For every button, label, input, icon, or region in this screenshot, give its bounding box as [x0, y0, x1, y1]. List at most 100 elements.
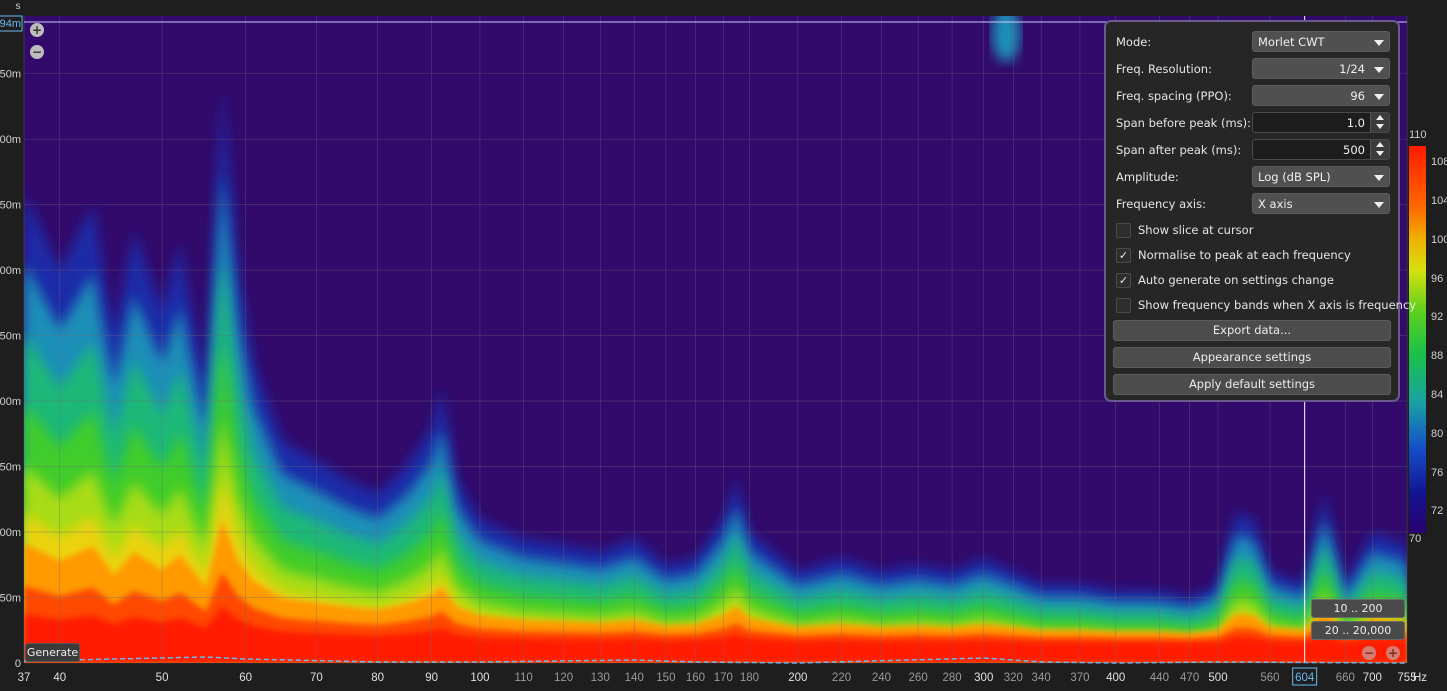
appearance-settings-button[interactable]: Appearance settings — [1113, 347, 1391, 368]
y-top-label: 494m — [0, 18, 21, 30]
colorbar-label: 104 — [1431, 195, 1447, 207]
x-tick-label: 160 — [686, 672, 705, 684]
x-tick-label: 110 — [514, 672, 532, 684]
show-slice-label: Show slice at cursor — [1138, 223, 1254, 237]
chevron-down-icon — [1374, 175, 1384, 181]
x-tick-label: 560 — [1260, 672, 1279, 684]
normalise-checkbox-row[interactable]: ✓ Normalise to peak at each frequency — [1116, 246, 1394, 268]
x-tick-label: 220 — [832, 672, 851, 684]
colorbar-label: 110 — [1409, 129, 1427, 141]
frequency-axis-value: X axis — [1258, 197, 1293, 211]
y-tick-label: 50m — [0, 593, 21, 605]
x-tick-label: 470 — [1180, 672, 1199, 684]
x-tick-label: 240 — [872, 672, 891, 684]
y-tick-label: 200m — [0, 396, 21, 408]
normalise-label: Normalise to peak at each frequency — [1138, 248, 1351, 262]
amplitude-value: Log (dB SPL) — [1258, 170, 1331, 184]
stepper-icon[interactable] — [1370, 113, 1389, 132]
x-tick-label: 280 — [943, 672, 962, 684]
span-before-label: Span before peak (ms): — [1116, 116, 1252, 130]
auto-generate-checkbox-row[interactable]: ✓ Auto generate on settings change — [1116, 271, 1394, 293]
x-tick-label: 440 — [1150, 672, 1169, 684]
x-axis-labels: 37 40 50 60 70 80 90 100 110 120 130 140 150 160 170 18… — [18, 672, 1428, 684]
auto-generate-checkbox[interactable]: ✓ — [1116, 273, 1131, 288]
spacing-row: Freq. spacing (PPO): 96 — [1116, 85, 1394, 107]
x-tick-label: 100 — [470, 672, 489, 684]
x-tick-label: 260 — [909, 672, 928, 684]
apply-defaults-button[interactable]: Apply default settings — [1113, 374, 1391, 395]
heat-spot-top — [992, 16, 1021, 62]
colorbar: 110 108 104 100 96 92 88 84 80 76 72 70 — [1409, 129, 1447, 545]
spacing-dropdown[interactable]: 96 — [1252, 85, 1390, 106]
x-tick-label: 300 — [974, 672, 993, 684]
y-tick-label: 250m — [0, 331, 21, 343]
x-tick-label: 400 — [1106, 672, 1125, 684]
colorbar-label: 80 — [1431, 428, 1443, 440]
colorbar-label: 72 — [1431, 505, 1443, 517]
mode-dropdown[interactable]: Morlet CWT — [1252, 31, 1390, 52]
x-tick-label: 370 — [1070, 672, 1089, 684]
stepper-icon[interactable] — [1370, 140, 1389, 159]
y-tick-label: 400m — [0, 134, 21, 146]
x-tick-label: 70 — [310, 672, 323, 684]
range-10-200-button[interactable]: 10 .. 200 — [1311, 599, 1405, 618]
span-after-label: Span after peak (ms): — [1116, 143, 1242, 157]
x-tick-label: 50 — [156, 672, 169, 684]
span-after-row: Span after peak (ms): 500 — [1116, 139, 1394, 161]
span-after-input[interactable]: 500 — [1252, 139, 1390, 160]
mode-row: Mode: Morlet CWT — [1116, 31, 1394, 53]
x-tick-label: 37 — [18, 672, 31, 684]
show-bands-checkbox-row[interactable]: Show frequency bands when X axis is freq… — [1116, 296, 1416, 318]
y-tick-label: 150m — [0, 462, 21, 474]
x-tick-label: 150 — [656, 672, 675, 684]
y-tick-label: 450m — [0, 69, 21, 81]
zoom-in-x-icon[interactable]: + — [1386, 646, 1400, 660]
x-axis-unit: Hz — [1413, 672, 1427, 684]
x-tick-label: 90 — [425, 672, 438, 684]
show-bands-checkbox[interactable] — [1116, 298, 1131, 313]
y-axis-labels: 0 50m 100m 150m 200m 250m 300m 350m 400m 450m 494m… — [0, 1, 23, 670]
colorbar-label: 70 — [1409, 533, 1421, 545]
zoom-in-icon[interactable]: + — [30, 23, 44, 37]
span-before-input[interactable]: 1.0 — [1252, 112, 1390, 133]
colorbar-label: 92 — [1431, 311, 1443, 323]
show-slice-checkbox-row[interactable]: Show slice at cursor — [1116, 221, 1394, 243]
amplitude-row: Amplitude: Log (dB SPL) — [1116, 166, 1394, 188]
amplitude-label: Amplitude: — [1116, 170, 1179, 184]
y-axis-unit: s — [16, 1, 21, 12]
colorbar-label: 108 — [1431, 156, 1447, 168]
generate-button[interactable]: Generate — [25, 643, 80, 662]
x-tick-label: 80 — [371, 672, 384, 684]
x-tick-label: 140 — [625, 672, 644, 684]
x-tick-label: 200 — [788, 672, 807, 684]
export-data-button[interactable]: Export data... — [1113, 320, 1391, 341]
x-tick-label: 660 — [1336, 672, 1355, 684]
colorbar-label: 84 — [1431, 389, 1443, 401]
span-after-value: 500 — [1343, 143, 1365, 157]
x-tick-label: 320 — [1004, 672, 1023, 684]
resolution-label: Freq. Resolution: — [1116, 62, 1212, 76]
colorbar-label: 88 — [1431, 350, 1443, 362]
colorbar-label: 96 — [1431, 273, 1443, 285]
chevron-down-icon — [1374, 67, 1384, 73]
amplitude-dropdown[interactable]: Log (dB SPL) — [1252, 166, 1390, 187]
chevron-down-icon — [1374, 94, 1384, 100]
zoom-out-icon[interactable]: − — [30, 45, 44, 59]
zoom-out-x-icon[interactable]: − — [1362, 646, 1376, 660]
show-slice-checkbox[interactable] — [1116, 223, 1131, 238]
y-tick-label: 100m — [0, 527, 21, 539]
x-tick-label: 700 — [1363, 672, 1382, 684]
resolution-dropdown[interactable]: 1/24 — [1252, 58, 1390, 79]
cursor-label: 604 — [1295, 672, 1315, 684]
x-tick-label: 180 — [740, 672, 759, 684]
x-tick-label: 120 — [554, 672, 573, 684]
range-20-20000-button[interactable]: 20 .. 20,000 — [1311, 621, 1405, 640]
mode-label: Mode: — [1116, 35, 1152, 49]
frequency-axis-row: Frequency axis: X axis — [1116, 193, 1394, 215]
spacing-label: Freq. spacing (PPO): — [1116, 89, 1232, 103]
y-tick-label: 300m — [0, 265, 21, 277]
normalise-checkbox[interactable]: ✓ — [1116, 248, 1131, 263]
x-tick-label: 130 — [591, 672, 610, 684]
frequency-axis-dropdown[interactable]: X axis — [1252, 193, 1390, 214]
colorbar-label: 76 — [1431, 467, 1443, 479]
